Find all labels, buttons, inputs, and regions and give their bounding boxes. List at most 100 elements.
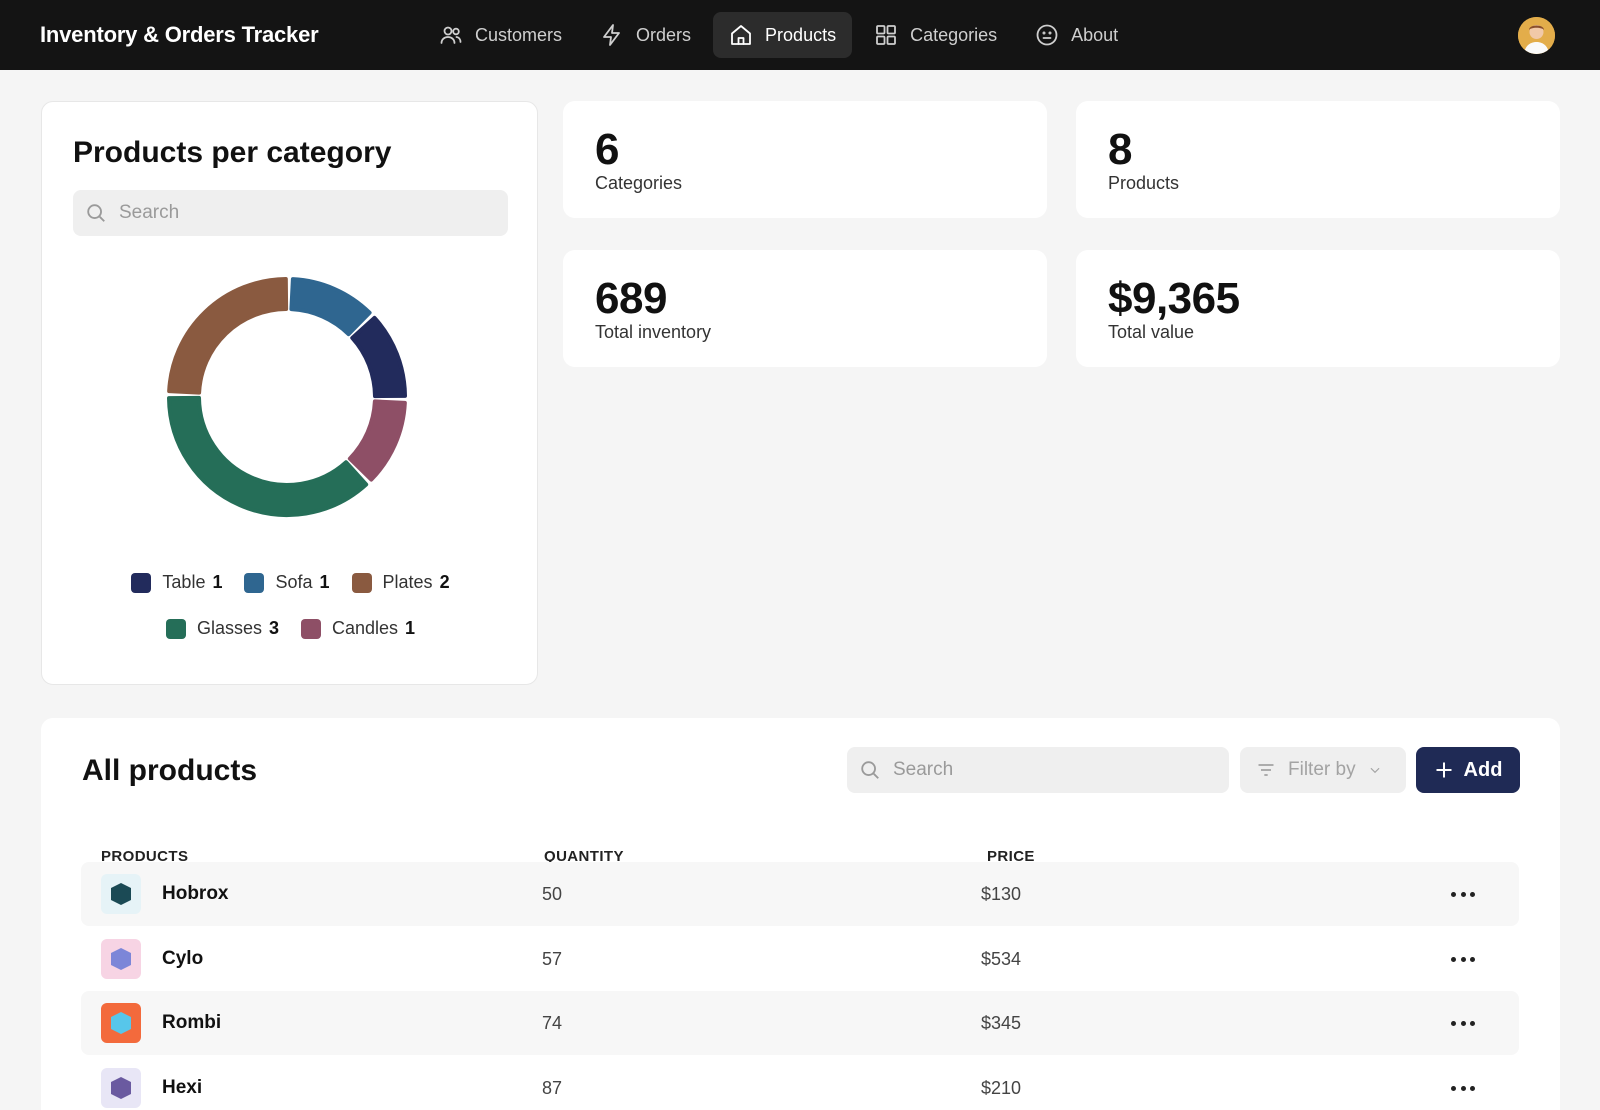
top-navbar: Inventory & Orders Tracker Customers Ord… [0,0,1600,70]
stat-label: Total inventory [595,322,712,342]
stat-value: 6 [595,125,619,174]
stat-value: $9,365 [1108,274,1240,323]
nav-label: Orders [636,24,692,45]
chevron-down-icon [1370,767,1380,774]
product-thumbnail [101,1003,141,1043]
filter-icon [1258,764,1274,776]
stat-label: Products [1108,173,1180,193]
app-title[interactable]: Inventory & Orders Tracker [40,0,319,70]
product-quantity: 50 [542,883,563,904]
nav-label: About [1071,24,1119,45]
table-row[interactable]: Hexi 87 $210 [81,1056,1519,1110]
product-quantity: 57 [542,948,563,969]
product-name[interactable]: Hobrox [162,883,229,905]
smiley-icon [1036,24,1058,46]
product-name[interactable]: Cylo [162,948,203,970]
legend-item-glasses[interactable]: Glasses 3 [165,618,279,639]
more-options-icon[interactable] [1451,949,1475,969]
product-thumbnail [101,939,141,979]
search-icon [861,761,879,779]
users-icon [440,26,462,44]
product-thumbnail [101,1068,141,1108]
product-name[interactable]: Hexi [162,1077,202,1099]
donut-slice-candles[interactable] [347,399,407,482]
chart-legend-row: Table 1 Sofa 1 Plates 2 [42,572,539,593]
product-price: $210 [981,1077,1022,1098]
nav-item-about[interactable]: About [1019,12,1134,58]
nav-item-categories[interactable]: Categories [858,12,1013,58]
lightning-icon [603,24,620,46]
products-per-category-panel: Products per category Search Table 1 Sofa… [41,101,538,685]
home-icon [731,25,751,45]
donut-slice-sofa[interactable] [289,277,372,337]
legend-value: 1 [405,618,416,638]
stat-label: Total value [1108,322,1195,342]
nav-item-products[interactable]: Products [713,12,853,58]
chart-legend-row: Glasses 3 Candles 1 [42,618,539,639]
stat-card-total-value: $9,365 Total value [1076,250,1560,367]
stat-card-products: 8 Products [1076,101,1560,218]
nav-label: Categories [910,24,998,45]
main-nav: Customers Orders Products Categories Abo… [423,12,1134,58]
nav-label: Products [765,24,837,45]
more-options-icon[interactable] [1451,1013,1475,1033]
product-price: $534 [981,948,1022,969]
filter-by-dropdown[interactable]: Filter by [1240,747,1406,793]
category-donut-chart [167,277,407,517]
add-product-button[interactable]: Add [1416,747,1520,793]
legend-swatch [351,572,372,593]
legend-label: Glasses 3 [196,618,279,638]
user-avatar[interactable] [1518,17,1555,54]
all-products-panel: All products Search Filter by Add PRODUC… [41,718,1560,1110]
nav-label: Customers [475,24,563,45]
legend-item-plates[interactable]: Plates 2 [351,572,450,593]
search-placeholder: Search [893,759,954,780]
category-search-input[interactable]: Search [73,190,508,236]
stat-value: 689 [595,274,667,323]
legend-swatch [300,618,321,639]
stat-label: Categories [595,173,683,193]
table-row[interactable]: Cylo 57 $534 [81,927,1519,991]
legend-label: Candles 1 [331,618,416,638]
nav-item-orders[interactable]: Orders [584,12,707,58]
plus-icon [1436,762,1452,778]
legend-label: Sofa 1 [275,572,330,592]
nav-item-customers[interactable]: Customers [423,12,578,58]
search-placeholder: Search [119,202,180,223]
stat-value: 8 [1108,125,1132,174]
legend-value: 3 [268,618,279,638]
legend-label: Plates 2 [382,572,450,592]
product-quantity: 87 [542,1077,563,1098]
product-search-input[interactable]: Search [847,747,1229,793]
legend-value: 1 [319,572,330,592]
filter-label: Filter by [1288,759,1356,780]
more-options-icon[interactable] [1451,884,1475,904]
more-options-icon[interactable] [1451,1078,1475,1098]
panel-title: All products [82,754,258,787]
legend-swatch [131,572,152,593]
legend-item-table[interactable]: Table 1 [131,572,222,593]
product-price: $345 [981,1012,1022,1033]
search-icon [87,204,105,222]
legend-value: 1 [212,572,223,592]
donut-slice-plates[interactable] [167,277,289,395]
legend-item-sofa[interactable]: Sofa 1 [244,572,330,593]
product-quantity: 74 [542,1012,563,1033]
legend-value: 2 [439,572,450,592]
add-label: Add [1463,758,1503,781]
legend-swatch [165,618,186,639]
product-name[interactable]: Rombi [162,1012,221,1034]
legend-item-candles[interactable]: Candles 1 [300,618,416,639]
stat-card-categories: 6 Categories [563,101,1047,218]
legend-label: Table 1 [162,572,223,592]
product-price: $130 [981,883,1022,904]
table-row[interactable]: Rombi 74 $345 [81,991,1519,1055]
donut-slice-glasses[interactable] [167,395,369,517]
product-thumbnail [101,874,141,914]
donut-slice-table[interactable] [350,315,407,399]
legend-swatch [244,572,265,593]
table-row[interactable]: Hobrox 50 $130 [81,862,1519,926]
panel-title: Products per category [73,136,392,169]
stat-card-total-inventory: 689 Total inventory [563,250,1047,367]
grid-icon [876,25,896,45]
